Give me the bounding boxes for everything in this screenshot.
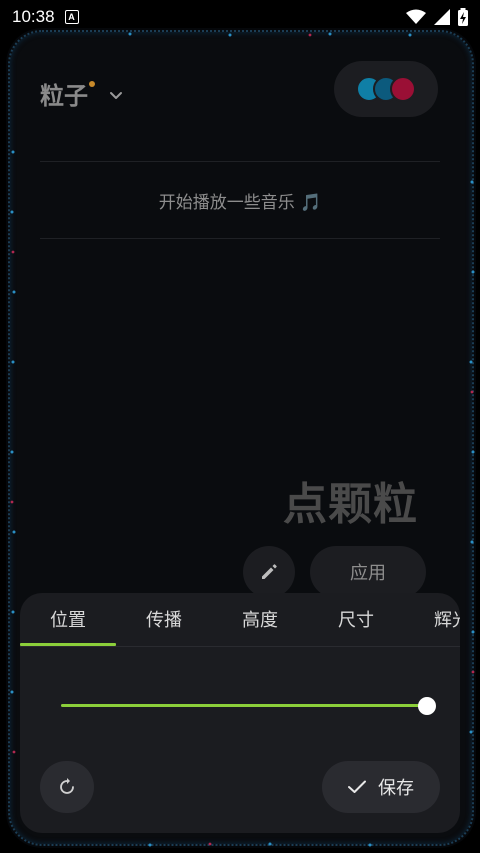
battery-icon: [458, 8, 468, 26]
preview-text: 点颗粒: [283, 479, 418, 530]
tab-glow[interactable]: 辉光: [404, 593, 460, 645]
palette-swatch-3: [390, 76, 416, 102]
slider-thumb[interactable]: [418, 697, 436, 715]
save-button[interactable]: 保存: [322, 761, 440, 813]
wifi-icon: [406, 9, 426, 24]
pencil-icon: [262, 564, 277, 579]
check-icon: [348, 780, 366, 793]
divider-top: [40, 161, 440, 162]
tab-size[interactable]: 尺寸: [308, 593, 404, 645]
divider-bottom: [40, 238, 440, 239]
status-bar: 10:38 A: [0, 0, 480, 34]
preset-selector[interactable]: 粒子: [40, 76, 123, 111]
color-palette-button[interactable]: [334, 61, 438, 117]
reset-button[interactable]: [40, 761, 94, 813]
unsaved-dot: [89, 80, 95, 87]
status-time: 10:38: [12, 7, 55, 26]
tab-separator: [20, 646, 460, 647]
chevron-down-icon: [110, 91, 122, 99]
position-slider[interactable]: [61, 695, 436, 717]
slider-fill: [61, 704, 427, 707]
tab-position[interactable]: 位置: [20, 593, 116, 645]
status-icons: [406, 8, 468, 26]
reset-icon: [60, 778, 74, 794]
apply-button[interactable]: 应用: [310, 546, 426, 598]
app-root: 10:38 A 粒子 开始播放一些音乐 🎵 点颗粒 应用 位置 传播 高度 尺寸…: [0, 0, 480, 853]
music-hint: 开始播放一些音乐 🎵: [158, 193, 322, 213]
tab-spread[interactable]: 传播: [116, 593, 212, 645]
signal-icon: [434, 9, 450, 25]
settings-sheet: 位置 传播 高度 尺寸 辉光 保存: [20, 593, 460, 833]
edit-button[interactable]: [243, 546, 295, 598]
save-label: 保存: [378, 778, 414, 799]
tab-height[interactable]: 高度: [212, 593, 308, 645]
tab-bar: 位置 传播 高度 尺寸 辉光: [20, 593, 460, 647]
preset-title: 粒子: [40, 82, 88, 110]
accessibility-badge-icon: A: [64, 10, 79, 24]
